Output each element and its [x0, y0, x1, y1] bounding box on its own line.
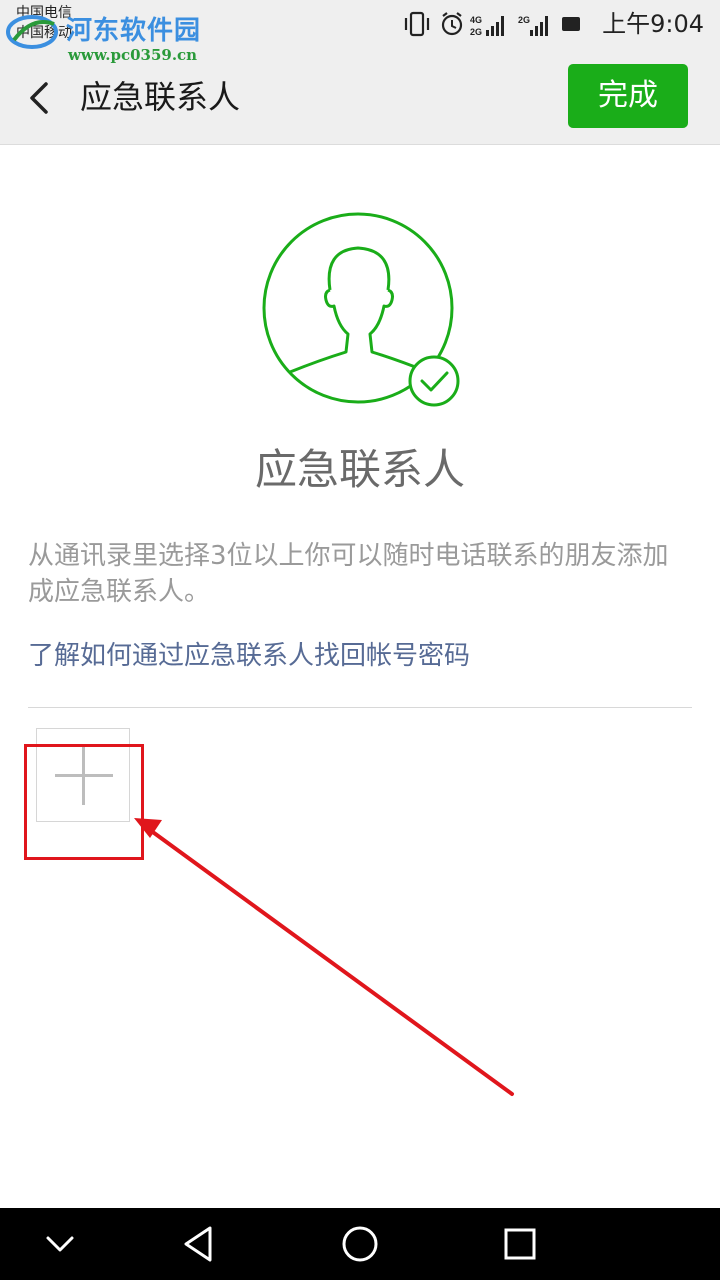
title-bar: 应急联系人 完成: [0, 50, 720, 145]
done-button[interactable]: 完成: [568, 64, 688, 128]
signal-1-icon: 4G 2G: [470, 15, 504, 37]
alarm-icon: [441, 12, 463, 36]
description-text: 从通讯录里选择3位以上你可以随时电话联系的朋友添加成应急联系人。: [28, 541, 669, 607]
vibrate-icon: [404, 11, 430, 37]
chevron-down-icon[interactable]: [38, 1222, 82, 1266]
watermark-title: 河东软件园: [66, 16, 202, 46]
svg-text:2G: 2G: [470, 27, 482, 37]
battery-icon: [562, 17, 580, 31]
triangle-back-icon[interactable]: [178, 1222, 222, 1266]
check-badge-icon: [408, 355, 460, 407]
watermark-url: www.pc0359.cn: [68, 46, 198, 64]
status-clock: 上午9:04: [602, 10, 704, 38]
watermark-logo-icon: [6, 15, 58, 49]
signal-2-icon: 2G: [518, 15, 548, 36]
circle-home-icon[interactable]: [338, 1222, 382, 1266]
square-recents-icon[interactable]: [498, 1222, 542, 1266]
person-avatar-icon: [262, 212, 460, 407]
main-heading: 应急联系人: [254, 445, 465, 494]
page-title: 应急联系人: [80, 78, 241, 116]
status-icons: 4G 2G 2G: [404, 11, 580, 37]
svg-text:2G: 2G: [518, 15, 530, 25]
svg-text:4G: 4G: [470, 15, 482, 25]
status-bar: 中国电信 中国移动 河东软件园 4G 2G 2G 上午9:04: [0, 0, 720, 50]
annotation-highlight-box: [24, 744, 144, 860]
divider: [28, 707, 692, 708]
help-link[interactable]: 了解如何通过应急联系人找回帐号密码: [28, 638, 470, 674]
navigation-bar: [0, 1208, 720, 1280]
back-chevron-icon[interactable]: [22, 78, 62, 118]
